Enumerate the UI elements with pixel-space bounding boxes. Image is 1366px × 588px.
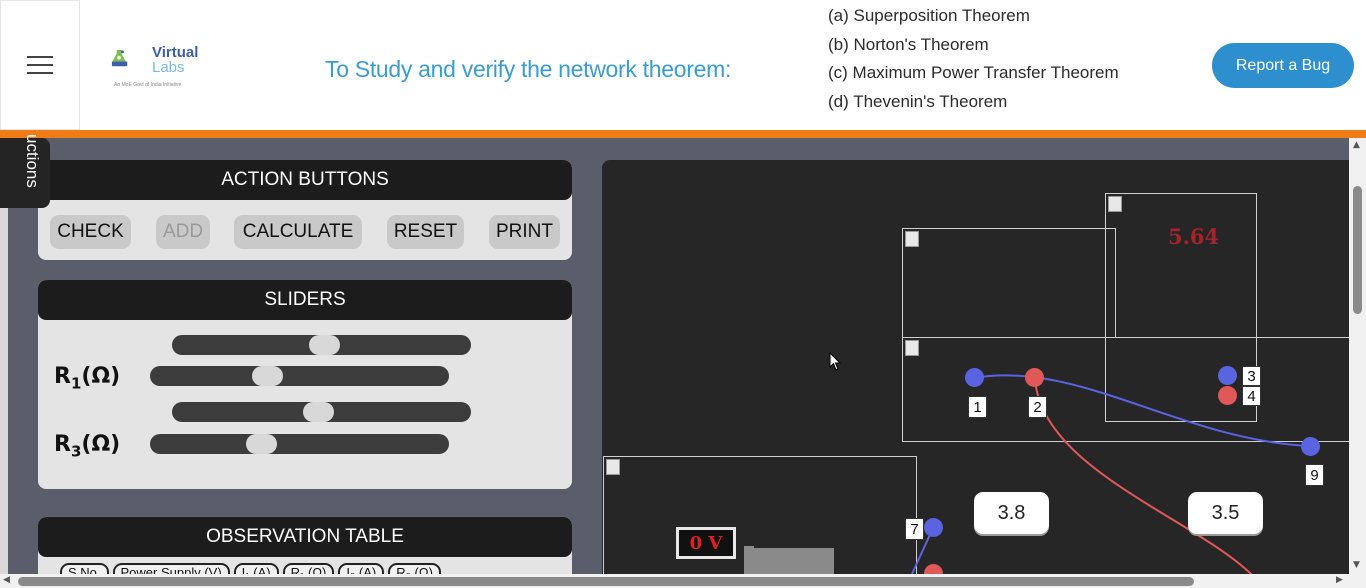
slider-thumb[interactable] — [246, 434, 277, 454]
scroll-down-icon[interactable]: ▼ — [1353, 560, 1360, 570]
slider-thumb[interactable] — [252, 366, 283, 386]
broken-image-icon — [606, 459, 620, 475]
r1-slider[interactable] — [150, 366, 449, 386]
component-image — [902, 228, 1116, 338]
theorem-item: (d) Thevenin's Theorem — [828, 92, 1008, 112]
sliders-title: SLIDERS — [38, 280, 572, 320]
scroll-up-icon[interactable]: ▲ — [1353, 140, 1360, 150]
horizontal-scrollbar[interactable]: ◀ ▶ — [0, 574, 1366, 588]
broken-image-icon — [905, 231, 919, 247]
resistance-value-box: 3.5 — [1188, 492, 1263, 534]
broken-image-icon — [905, 340, 919, 356]
header-accent-bar — [0, 130, 1366, 138]
slider-thumb[interactable] — [309, 335, 340, 355]
slider-track[interactable] — [172, 402, 471, 422]
terminal-7-node[interactable] — [924, 518, 943, 537]
terminal-2-node[interactable] — [1025, 368, 1044, 387]
broken-image-icon — [1108, 196, 1122, 212]
action-buttons-panel: ACTION BUTTONS CHECK ADD CALCULATE RESET… — [38, 160, 572, 260]
hamburger-icon — [27, 56, 53, 74]
resistance-value-box: 3.8 — [974, 492, 1049, 534]
power-supply-knob — [744, 546, 754, 554]
action-buttons-title: ACTION BUTTONS — [38, 160, 572, 200]
instructions-tab[interactable]: uctions — [0, 134, 50, 208]
terminal-4-node[interactable] — [1218, 386, 1237, 405]
instructions-tab-label: uctions — [23, 134, 42, 188]
logo-sub: Labs — [152, 59, 185, 76]
terminal-1-node[interactable] — [965, 368, 984, 387]
menu-button[interactable] — [0, 0, 80, 130]
reset-button[interactable]: RESET — [387, 215, 464, 249]
component-image — [902, 337, 1349, 442]
r3-label: R3(Ω) — [54, 432, 121, 461]
vertical-scrollbar[interactable]: ▲ ▼ — [1349, 138, 1366, 574]
terminal-label: 7 — [905, 518, 924, 540]
scroll-right-icon[interactable]: ▶ — [1336, 575, 1343, 585]
r3-slider[interactable] — [150, 434, 449, 454]
terminal-label: 3 — [1242, 366, 1261, 386]
theorem-item: (b) Norton's Theorem — [828, 34, 989, 54]
add-button[interactable]: ADD — [156, 215, 210, 249]
power-supply-body — [744, 548, 834, 574]
terminal-label: 4 — [1242, 386, 1261, 406]
terminal-label: 1 — [968, 396, 987, 418]
report-bug-button[interactable]: Report a Bug — [1212, 43, 1354, 88]
sliders-panel: SLIDERS R1(Ω) R3(Ω) — [38, 280, 572, 489]
terminal-label: 9 — [1305, 464, 1324, 486]
terminal-label: 2 — [1028, 396, 1047, 418]
horizontal-scroll-thumb[interactable] — [18, 577, 1194, 586]
theorem-item: (a) Superposition Theorem — [828, 6, 1030, 25]
page-title: To Study and verify the network theorem: — [325, 56, 732, 82]
slider-track[interactable] — [172, 335, 471, 355]
calculate-button[interactable]: CALCULATE — [234, 215, 362, 249]
vertical-scroll-thumb[interactable] — [1353, 186, 1362, 314]
observation-table-title: OBSERVATION TABLE — [38, 517, 572, 557]
header: Virtual Labs An MoE Govt of India Initia… — [0, 0, 1366, 130]
theorem-list: (a) Superposition Theorem (b) Norton's T… — [828, 2, 1119, 117]
slider-thumb[interactable] — [303, 402, 334, 422]
terminal-3-node[interactable] — [1218, 366, 1237, 385]
check-button[interactable]: CHECK — [50, 215, 131, 249]
theorem-item: (c) Maximum Power Transfer Theorem — [828, 63, 1119, 83]
terminal-9-node[interactable] — [1301, 437, 1320, 456]
ammeter-reading: 5.64 — [1168, 224, 1220, 249]
flask-logo-icon — [111, 49, 128, 67]
voltmeter-display: 0 V — [676, 527, 736, 559]
mouse-cursor-icon — [829, 352, 842, 371]
logo-tagline: An MoE Govt of India Initiative — [114, 82, 182, 88]
r1-label: R1(Ω) — [54, 364, 121, 393]
scroll-left-icon[interactable]: ◀ — [3, 575, 10, 585]
print-button[interactable]: PRINT — [489, 215, 560, 249]
